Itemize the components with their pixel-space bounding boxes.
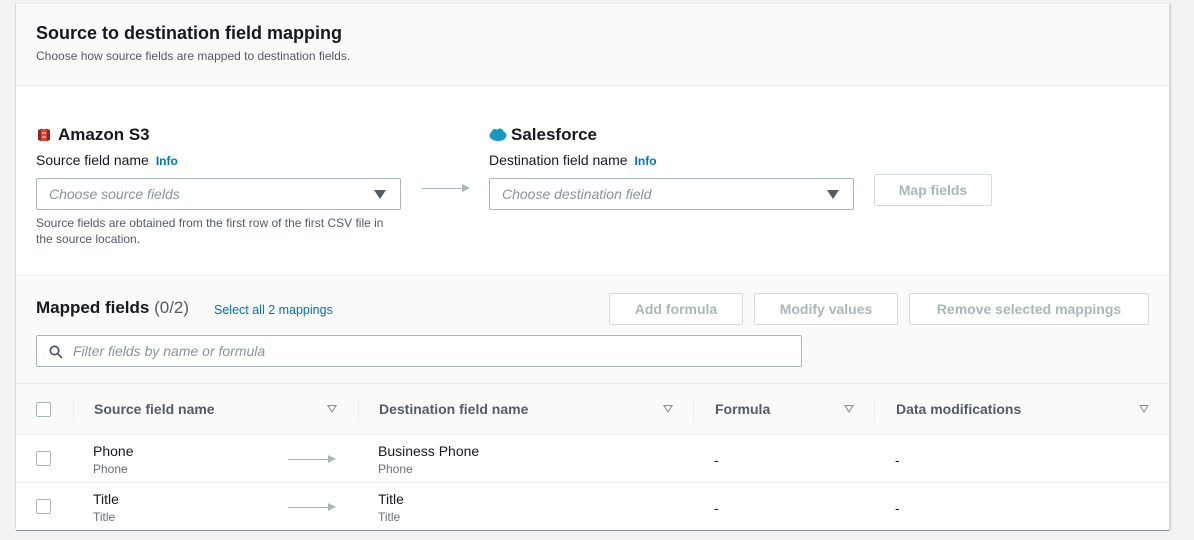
source-field-label-text: Source field name xyxy=(36,152,149,168)
source-column: Amazon S3 Source field name Info Choose s… xyxy=(36,124,401,247)
destination-service: Salesforce xyxy=(489,124,854,146)
mapped-fields-title-text: Mapped fields xyxy=(36,298,150,317)
source-field-type: Title xyxy=(93,510,116,524)
field-mapping-panel: Source to destination field mapping Choo… xyxy=(15,3,1170,531)
source-select-placeholder: Choose source fields xyxy=(49,186,180,202)
row-checkbox[interactable] xyxy=(36,499,51,514)
mapped-fields-section: Mapped fields (0/2) Select all 2 mapping… xyxy=(16,277,1169,383)
amazon-s3-icon xyxy=(36,127,52,143)
destination-field-label-text: Destination field name xyxy=(489,152,628,168)
row-checkbox[interactable] xyxy=(36,451,51,466)
destination-info-link[interactable]: Info xyxy=(635,154,657,168)
source-field-select[interactable]: Choose source fields xyxy=(36,178,401,210)
source-field: Title xyxy=(93,491,119,507)
destination-field-type: Phone xyxy=(378,462,413,476)
destination-field-label: Destination field name Info xyxy=(489,152,854,170)
remove-selected-mappings-button[interactable]: Remove selected mappings xyxy=(909,293,1149,325)
map-fields-button[interactable]: Map fields xyxy=(874,174,992,206)
source-field-type: Phone xyxy=(93,462,128,476)
sort-icon[interactable] xyxy=(844,405,854,413)
mapping-area: Amazon S3 Source field name Info Choose s… xyxy=(16,86,1169,276)
column-divider xyxy=(693,398,694,422)
formula-value: - xyxy=(714,452,719,468)
source-field: Phone xyxy=(93,443,134,459)
table-header: Source field name Destination field name… xyxy=(16,383,1169,435)
search-icon xyxy=(49,345,63,359)
destination-field-type: Title xyxy=(378,510,401,524)
mapped-fields-title: Mapped fields (0/2) xyxy=(36,298,189,318)
panel-title: Source to destination field mapping xyxy=(36,23,343,43)
arrow-right-icon xyxy=(422,184,470,192)
destination-field: Title xyxy=(378,491,404,507)
salesforce-icon xyxy=(489,127,507,143)
column-divider xyxy=(874,398,875,422)
table-row: Title Title Title Title - - xyxy=(16,483,1169,531)
arrow-right-icon xyxy=(288,503,336,511)
destination-field: Business Phone xyxy=(378,443,480,459)
sort-icon[interactable] xyxy=(327,405,337,413)
arrow-right-icon xyxy=(288,455,336,463)
add-formula-button[interactable]: Add formula xyxy=(609,293,743,325)
source-service-name: Amazon S3 xyxy=(58,125,150,144)
destination-select-placeholder: Choose destination field xyxy=(502,186,652,202)
source-field-label: Source field name Info xyxy=(36,152,401,170)
column-header-destination[interactable]: Destination field name xyxy=(379,384,528,434)
data-modifications-value: - xyxy=(895,452,900,468)
panel-description: Choose how source fields are mapped to d… xyxy=(36,49,351,63)
sort-icon[interactable] xyxy=(1139,405,1149,413)
mapped-fields-table: Source field name Destination field name… xyxy=(16,383,1169,531)
table-row: Phone Phone Business Phone Phone - - xyxy=(16,435,1169,483)
column-header-formula[interactable]: Formula xyxy=(715,384,770,434)
mapped-fields-count: (0/2) xyxy=(154,298,190,317)
data-modifications-value: - xyxy=(895,500,900,516)
source-info-link[interactable]: Info xyxy=(156,154,178,168)
select-all-checkbox[interactable] xyxy=(36,402,51,417)
modify-values-button[interactable]: Modify values xyxy=(754,293,898,325)
column-header-data-modifications[interactable]: Data modifications xyxy=(896,384,1021,434)
formula-value: - xyxy=(714,500,719,516)
filter-fields-input[interactable]: Filter fields by name or formula xyxy=(36,335,802,367)
destination-service-name: Salesforce xyxy=(511,125,597,144)
destination-column: Salesforce Destination field name Info Ch… xyxy=(489,124,854,210)
sort-icon[interactable] xyxy=(663,405,673,413)
caret-down-icon xyxy=(827,190,839,199)
filter-placeholder: Filter fields by name or formula xyxy=(73,343,266,359)
column-divider xyxy=(73,398,74,422)
source-service: Amazon S3 xyxy=(36,124,401,146)
column-header-source[interactable]: Source field name xyxy=(94,384,215,434)
panel-header: Source to destination field mapping Choo… xyxy=(16,4,1169,86)
source-hint: Source fields are obtained from the firs… xyxy=(36,216,384,246)
column-divider xyxy=(358,398,359,422)
select-all-mappings-link[interactable]: Select all 2 mappings xyxy=(214,303,333,317)
caret-down-icon xyxy=(374,190,386,199)
destination-field-select[interactable]: Choose destination field xyxy=(489,178,854,210)
